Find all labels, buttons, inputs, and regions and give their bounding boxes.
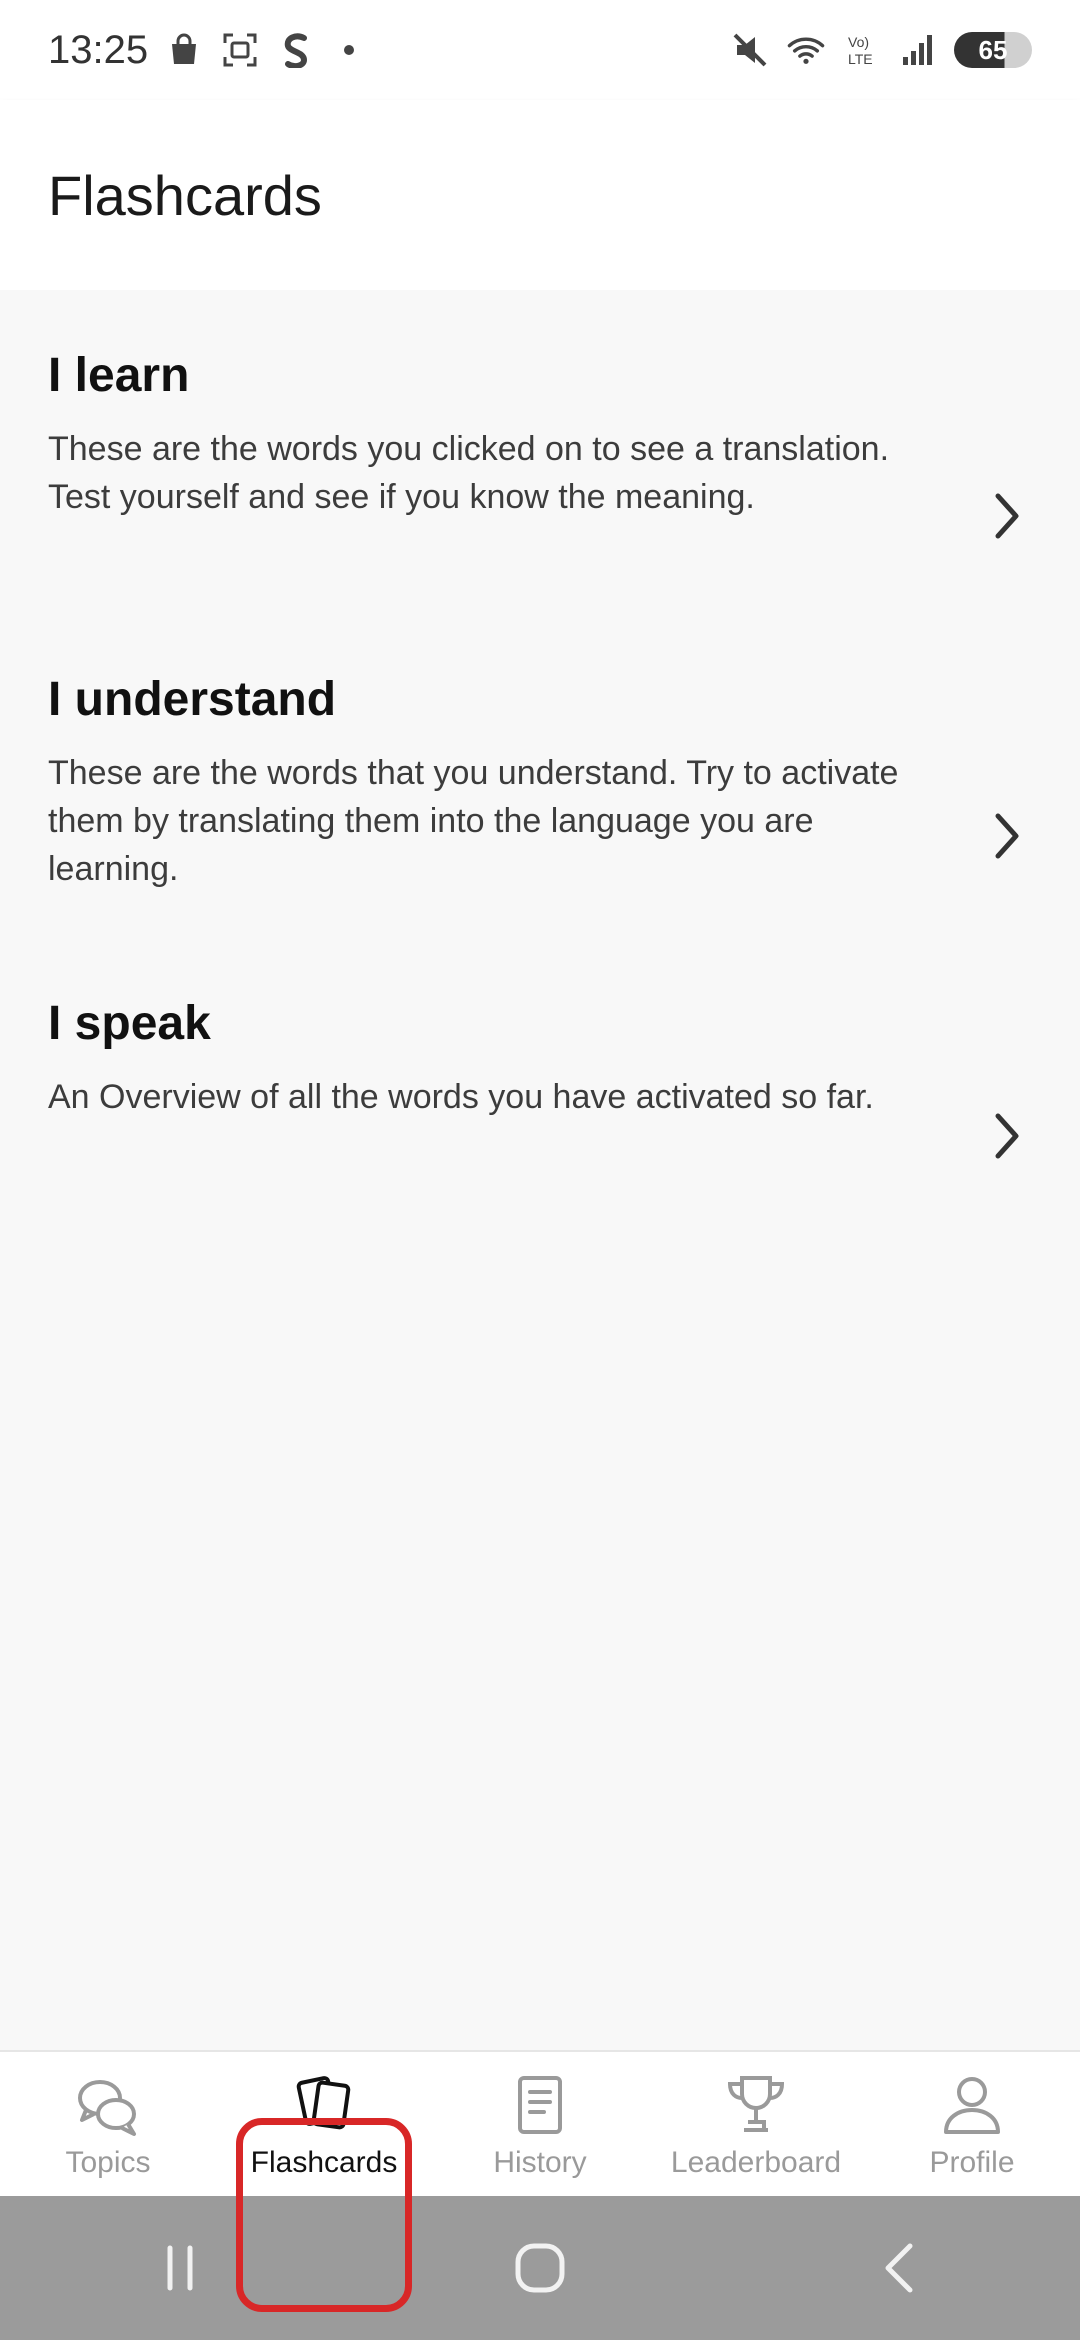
notification-dot-icon [344,45,355,55]
trophy-icon [720,2070,792,2142]
section-description: An Overview of all the words you have ac… [48,1078,874,1116]
system-nav-bar [0,2196,1080,2340]
home-icon [515,2243,565,2293]
page-title: Flashcards [48,163,322,227]
section-text: I understand These are the words that yo… [0,672,900,893]
section-text: I speak An Overview of all the words you… [0,996,900,1121]
chevron-right-icon [995,493,1019,539]
chat-bubbles-icon [72,2070,144,2142]
battery-icon: 65 [954,32,1032,68]
tab-leaderboard[interactable]: Leaderboard [648,2052,864,2196]
tab-label: Flashcards [250,2146,398,2179]
cards-icon [288,2070,360,2142]
section-title: I understand [48,673,337,726]
section-title: I speak [48,997,211,1050]
tab-history[interactable]: History [432,2052,648,2196]
back-icon [885,2243,913,2293]
volte-icon: Vo) LTE [842,30,882,70]
svg-text:LTE: LTE [848,51,873,67]
status-bar: 13:25 Vo) LTE 65 [0,0,1080,100]
section-title: I learn [48,349,190,402]
mute-icon [730,30,770,70]
back-button[interactable] [860,2228,940,2308]
tab-label: Leaderboard [670,2146,842,2179]
home-button[interactable] [500,2228,580,2308]
chevron-right-icon [995,1113,1019,1159]
recent-apps-button[interactable] [140,2228,220,2308]
section-description: These are the words you clicked on to se… [48,430,890,516]
bottom-tab-bar: Topics Flashcards History Leaderboard Pr… [0,2050,1080,2196]
status-left: 13:25 [48,27,355,73]
person-icon [936,2070,1008,2142]
tab-profile[interactable]: Profile [864,2052,1080,2196]
app-header: Flashcards [0,100,1080,290]
tab-topics[interactable]: Topics [0,2052,216,2196]
document-icon [504,2070,576,2142]
section-description: These are the words that you understand.… [48,754,899,888]
tab-flashcards[interactable]: Flashcards [216,2052,432,2196]
svg-text:Vo): Vo) [848,34,869,50]
flashcard-categories: I learn These are the words you clicked … [0,290,1080,2050]
app-s-icon [276,30,316,70]
status-time: 13:25 [48,27,149,72]
status-right: Vo) LTE 65 [730,30,1032,70]
flashcard-section-speak[interactable]: I speak An Overview of all the words you… [0,996,1080,1196]
flashcard-section-understand[interactable]: I understand These are the words that yo… [0,672,1080,932]
flashcard-section-learn[interactable]: I learn These are the words you clicked … [0,348,1080,608]
tab-label: Topics [65,2146,151,2179]
signal-icon [898,30,938,70]
shopping-bag-icon [164,30,204,70]
chevron-right-icon [995,813,1019,859]
tab-label: History [493,2146,587,2179]
recent-apps-icon [167,2245,193,2291]
section-text: I learn These are the words you clicked … [0,348,900,521]
tab-label: Profile [929,2146,1015,2179]
wifi-icon [786,30,826,70]
screenshot-icon [220,30,260,70]
